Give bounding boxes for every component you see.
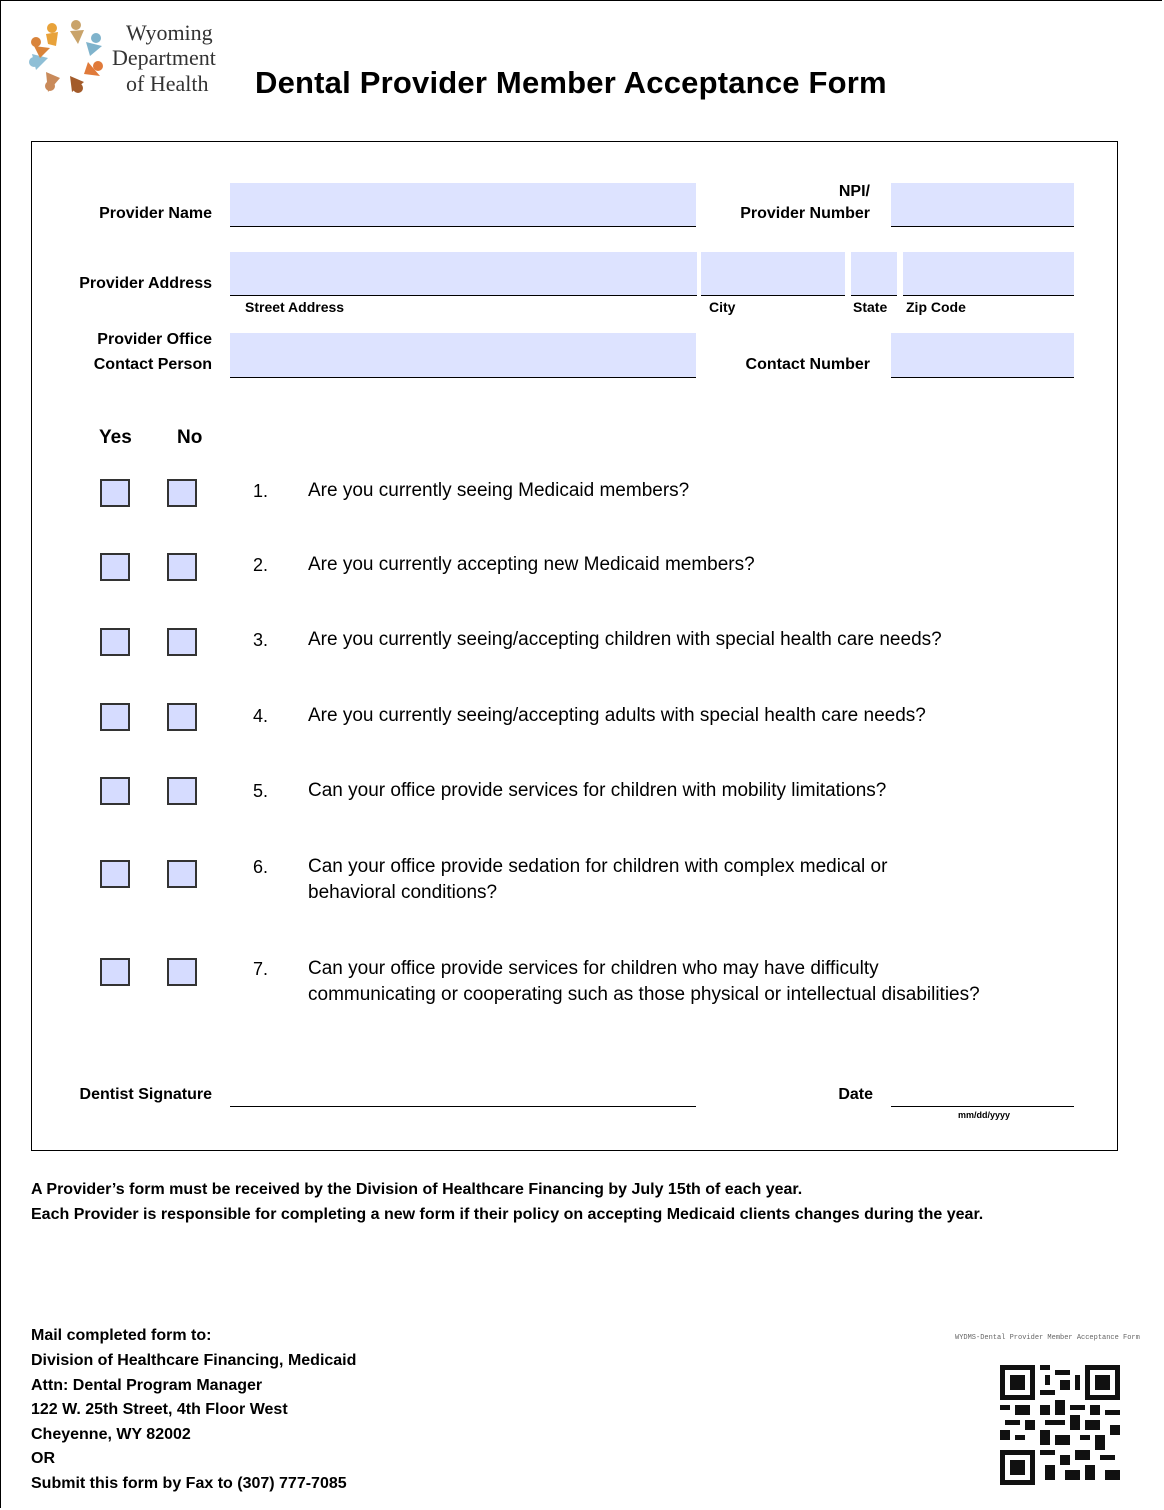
provider-address-label: Provider Address [79, 275, 212, 292]
contact-label-line1: Provider Office [97, 331, 212, 348]
mail-line: 122 W. 25th Street, 4th Floor West [31, 1401, 288, 1418]
q7-yes-checkbox[interactable] [100, 958, 130, 986]
npi-label-line2: Provider Number [740, 205, 870, 222]
question-number: 6. [253, 857, 269, 877]
state-field[interactable] [851, 252, 897, 296]
question-number: 7. [253, 959, 269, 979]
provider-name-field[interactable] [230, 183, 696, 227]
question-text: Are you currently seeing/accepting adult… [308, 705, 926, 726]
zip-field[interactable] [903, 252, 1074, 296]
q3-no-checkbox[interactable] [167, 628, 197, 656]
provider-name-label: Provider Name [99, 205, 212, 222]
question-number: 4. [253, 706, 269, 726]
q6-yes-checkbox[interactable] [100, 860, 130, 888]
dentist-signature-label: Dentist Signature [79, 1086, 212, 1103]
q5-yes-checkbox[interactable] [100, 777, 130, 805]
question-number: 1. [253, 481, 269, 501]
qr-code-graphic [1000, 1365, 1120, 1485]
qr-code [1000, 1365, 1120, 1485]
q4-no-checkbox[interactable] [167, 703, 197, 731]
question-number: 5. [253, 781, 269, 801]
logo-line-2: Department [112, 45, 216, 70]
question-text-continued: behavioral conditions? [308, 882, 498, 903]
date-label: Date [838, 1086, 873, 1103]
q5-no-checkbox[interactable] [167, 777, 197, 805]
contact-number-label: Contact Number [745, 356, 870, 373]
q1-no-checkbox[interactable] [167, 479, 197, 507]
question-text: Can your office provide services for chi… [308, 780, 887, 801]
question-text: Can your office provide services for chi… [308, 958, 879, 979]
question-text: Are you currently seeing/accepting child… [308, 629, 942, 650]
mail-heading: Mail completed form to: [31, 1327, 212, 1344]
page-title: Dental Provider Member Acceptance Form [255, 65, 887, 100]
city-field[interactable] [701, 252, 845, 296]
street-address-field[interactable] [230, 252, 697, 296]
street-address-label: Street Address [245, 299, 345, 315]
fax-line: Submit this form by Fax to (307) 777-708… [31, 1475, 347, 1492]
q2-yes-checkbox[interactable] [100, 553, 130, 581]
q3-yes-checkbox[interactable] [100, 628, 130, 656]
q7-no-checkbox[interactable] [167, 958, 197, 986]
dentist-signature-line[interactable] [230, 1105, 696, 1107]
q4-yes-checkbox[interactable] [100, 703, 130, 731]
q1-yes-checkbox[interactable] [100, 479, 130, 507]
no-header: No [177, 427, 203, 448]
city-label: City [709, 299, 736, 315]
question-text: Can your office provide sedation for chi… [308, 856, 888, 877]
contact-person-field[interactable] [230, 333, 696, 378]
question-text: Are you currently seeing Medicaid member… [308, 480, 690, 501]
mail-line: OR [31, 1450, 55, 1467]
logo-line-3: of Health [126, 71, 209, 96]
policy-change-note: Each Provider is responsible for complet… [31, 1206, 984, 1223]
npi-label-line1: NPI/ [838, 183, 870, 200]
mail-line: Division of Healthcare Financing, Medica… [31, 1352, 357, 1369]
deadline-note: A Provider’s form must be received by th… [31, 1181, 803, 1198]
question-number: 2. [253, 555, 269, 575]
state-label: State [853, 299, 888, 315]
logo-line-1: Wyoming [126, 20, 213, 45]
question-number: 3. [253, 630, 269, 650]
yes-header: Yes [99, 427, 132, 448]
date-line[interactable] [891, 1105, 1074, 1107]
q6-no-checkbox[interactable] [167, 860, 197, 888]
date-format-hint: mm/dd/yyyy [958, 1110, 1011, 1120]
q2-no-checkbox[interactable] [167, 553, 197, 581]
zip-label: Zip Code [906, 299, 966, 315]
mail-line: Cheyenne, WY 82002 [31, 1426, 191, 1443]
question-text: Are you currently accepting new Medicaid… [308, 554, 755, 575]
wdh-logo-mark [29, 20, 103, 93]
form-id-text: WYDMS-Dental Provider Member Acceptance … [955, 1334, 1140, 1342]
mail-line: Attn: Dental Program Manager [31, 1377, 263, 1394]
contact-label-line2: Contact Person [93, 356, 212, 373]
wdh-logo [26, 16, 108, 98]
question-text-continued: communicating or cooperating such as tho… [308, 984, 980, 1005]
contact-number-field[interactable] [891, 333, 1074, 378]
npi-field[interactable] [891, 183, 1074, 227]
